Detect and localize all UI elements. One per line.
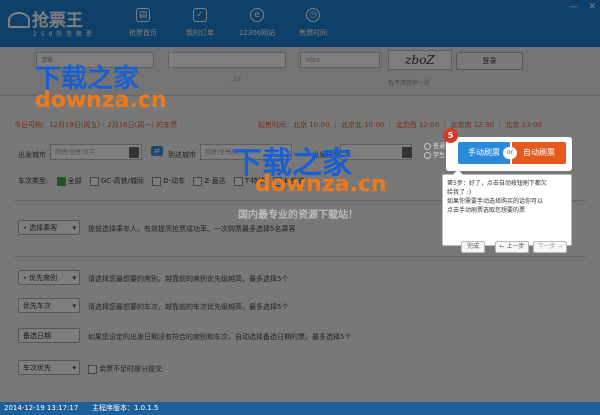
or-separator: or [503,147,517,159]
guide-text: 如果你需要手动选择购买的话你可以 [447,198,544,205]
guide-prev-button[interactable]: ← 上一步 [495,241,529,253]
watermark-slogan: 国内最专业的资源下载站！ [238,210,358,221]
ticket-type-radios: 普通 学生 [424,142,445,160]
radio-student[interactable]: 学生 [424,151,445,160]
status-version: 主程序版本：1.0.1.5 [92,404,159,412]
guide-text: 点击手动刷票选取您想要的票 [447,207,526,214]
watermark-en: downza.cn [255,172,387,197]
guide-tooltip: 第5步：好了，点击自动按钮刷下都欠 给我了 :) 如果你需要手动选择购买的话你可… [442,169,572,253]
guide-next-button[interactable]: 下一步 → [533,241,567,253]
radio-normal[interactable]: 普通 [424,142,445,151]
guide-text: 第5步：好了，点击自动按钮刷下都欠 [447,180,547,187]
guide-done-button[interactable]: 完成 [461,241,485,253]
radio-label: 学生 [433,152,446,159]
status-time: 2014-12-19 13:17:17 [4,404,79,412]
guide-text: 给我了 :) [447,189,472,196]
app-window: 抢票王 2 5 8 热 悲 聚 票 ▤ 抢票首页 ✓ 我的订单 e 12306网… [0,0,600,415]
radio-label: 普通 [433,143,446,150]
status-bar: 2014-12-19 13:17:17 主程序版本：1.0.1.5 [0,402,600,415]
step-badge: 5 [443,128,458,143]
auto-refresh-button[interactable]: 自动刷票 [512,142,566,164]
watermark-en: downza.cn [35,88,167,113]
